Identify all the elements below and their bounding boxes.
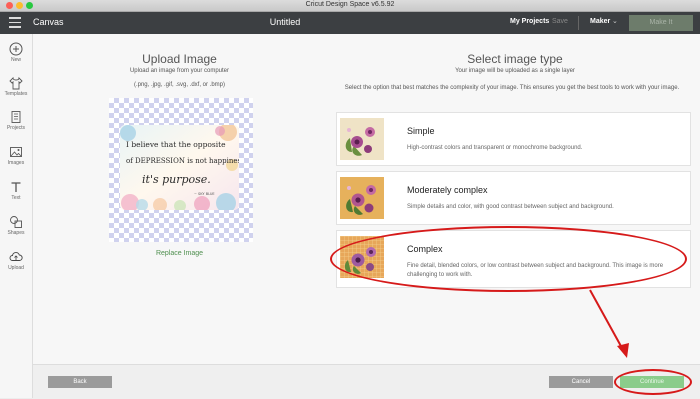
back-button[interactable]: Back (48, 376, 112, 388)
cancel-button[interactable]: Cancel (549, 376, 613, 388)
annotation-ellipse-continue (614, 369, 692, 395)
annotation-arrow (589, 289, 629, 358)
